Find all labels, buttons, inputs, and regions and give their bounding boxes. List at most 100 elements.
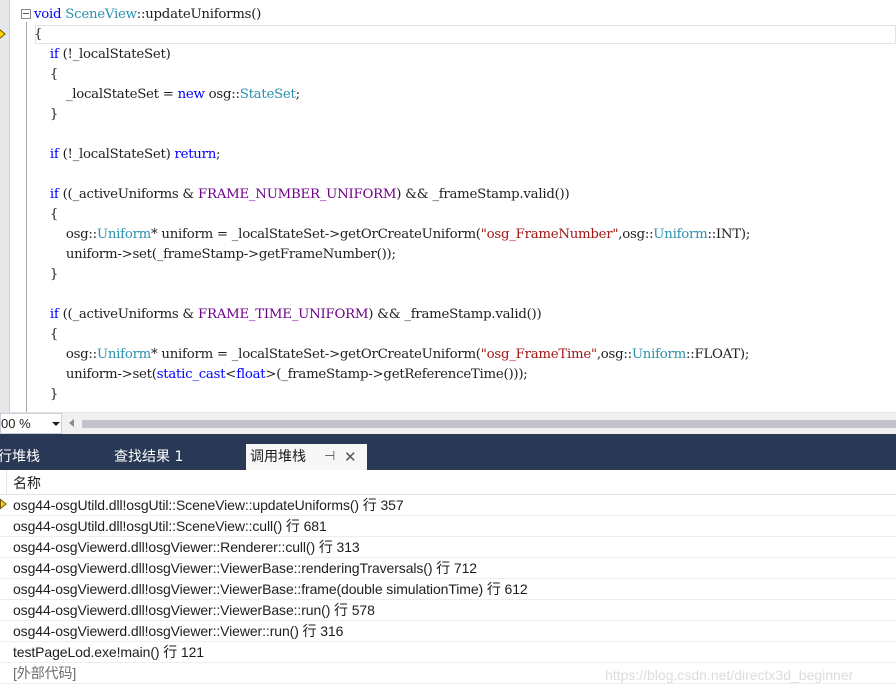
table-row[interactable]: osg44-osgUtild.dll!osgUtil::SceneView::u… bbox=[0, 495, 896, 516]
current-statement-arrow-icon bbox=[0, 29, 6, 39]
table-row[interactable]: osg44-osgViewerd.dll!osgViewer::Renderer… bbox=[0, 537, 896, 558]
collapse-outline-icon[interactable] bbox=[21, 9, 31, 19]
code-token: } bbox=[34, 267, 59, 282]
code-token: osg:: bbox=[34, 227, 97, 242]
frame-name: osg44-osgViewerd.dll!osgViewer::Renderer… bbox=[13, 539, 360, 555]
code-token: float bbox=[236, 367, 266, 382]
watermark: https://blog.csdn.net/directx3d_beginner bbox=[605, 667, 854, 683]
code-token: FRAME_NUMBER_UNIFORM bbox=[198, 187, 397, 202]
code-token: SceneView bbox=[65, 7, 137, 22]
code-line[interactable]: } bbox=[34, 105, 58, 125]
code-line[interactable]: { bbox=[34, 65, 58, 85]
frame-name: osg44-osgUtild.dll!osgUtil::SceneView::u… bbox=[13, 497, 404, 513]
code-token: { bbox=[34, 207, 59, 222]
code-line[interactable]: { bbox=[34, 325, 58, 345]
code-token: "osg_FrameNumber" bbox=[480, 227, 619, 242]
close-icon[interactable]: ✕ bbox=[344, 444, 357, 470]
code-token: uniform->set( bbox=[34, 367, 157, 382]
code-token: if bbox=[49, 147, 59, 162]
code-token: ; bbox=[295, 87, 300, 102]
code-token: (!_localStateSet) bbox=[58, 147, 175, 162]
code-line[interactable]: uniform->set(_frameStamp->getFrameNumber… bbox=[34, 245, 396, 265]
editor-status-strip: 00 % bbox=[0, 412, 896, 434]
code-line[interactable]: if (!_localStateSet) return; bbox=[34, 145, 221, 165]
zoom-dropdown[interactable]: 00 % bbox=[0, 413, 62, 434]
zoom-level: 00 % bbox=[1, 416, 31, 431]
indicator-margin[interactable] bbox=[0, 0, 9, 412]
code-token: * uniform = _localStateSet->getOrCreateU… bbox=[151, 227, 481, 242]
code-line[interactable]: { bbox=[34, 25, 42, 45]
code-token: ((_activeUniforms & bbox=[58, 187, 198, 202]
frame-name: testPageLod.exe!main() 行 121 bbox=[13, 644, 204, 660]
code-token: ) && _frameStamp.valid()) bbox=[396, 187, 570, 202]
frame-name-external: [外部代码] bbox=[13, 665, 77, 681]
tool-window-tab-strip: 行堆栈 查找结果 1 调用堆栈 ⊣ ✕ bbox=[0, 434, 896, 470]
code-token: _localStateSet = bbox=[34, 87, 178, 102]
code-token: osg:: bbox=[204, 87, 240, 102]
scroll-left-icon[interactable] bbox=[69, 419, 74, 427]
tab-find-results-label: 查找结果 1 bbox=[114, 449, 184, 465]
table-row[interactable]: osg44-osgViewerd.dll!osgViewer::Viewer::… bbox=[0, 621, 896, 642]
code-line[interactable]: uniform->set(static_cast<float>(_frameSt… bbox=[34, 365, 528, 385]
column-header-name[interactable]: 名称 bbox=[13, 473, 41, 493]
tab-call-stack-label: 调用堆栈 bbox=[250, 449, 306, 465]
code-line[interactable]: if ((_activeUniforms & FRAME_TIME_UNIFOR… bbox=[34, 305, 542, 325]
code-token: new bbox=[177, 87, 205, 102]
frame-name: osg44-osgViewerd.dll!osgViewer::Viewer::… bbox=[13, 623, 344, 639]
call-stack-window[interactable]: 名称 osg44-osgUtild.dll!osgUtil::SceneView… bbox=[0, 470, 896, 693]
chevron-down-icon[interactable] bbox=[52, 422, 60, 426]
table-row[interactable]: osg44-osgUtild.dll!osgUtil::SceneView::c… bbox=[0, 516, 896, 537]
code-line[interactable]: } bbox=[34, 385, 58, 405]
code-token: osg:: bbox=[34, 347, 97, 362]
code-token: ,osg:: bbox=[596, 347, 632, 362]
frame-name: osg44-osgViewerd.dll!osgViewer::ViewerBa… bbox=[13, 602, 375, 618]
margin-divider bbox=[9, 0, 10, 412]
code-token: ((_activeUniforms & bbox=[58, 307, 198, 322]
code-token: < bbox=[225, 367, 237, 382]
code-line[interactable]: _localStateSet = new osg::StateSet; bbox=[34, 85, 300, 105]
table-row[interactable]: osg44-osgViewerd.dll!osgViewer::ViewerBa… bbox=[0, 558, 896, 579]
tab-find-results[interactable]: 查找结果 1 bbox=[114, 444, 183, 470]
code-token: FRAME_TIME_UNIFORM bbox=[198, 307, 369, 322]
code-token: ::updateUniforms() bbox=[136, 7, 262, 22]
table-row[interactable]: osg44-osgViewerd.dll!osgViewer::ViewerBa… bbox=[0, 579, 896, 600]
code-line[interactable]: if ((_activeUniforms & FRAME_NUMBER_UNIF… bbox=[34, 185, 570, 205]
code-token: Uniform bbox=[631, 347, 687, 362]
code-token: * uniform = _localStateSet->getOrCreateU… bbox=[151, 347, 481, 362]
tab-call-stack[interactable]: 调用堆栈 ⊣ ✕ bbox=[246, 444, 367, 470]
code-token: Uniform bbox=[96, 347, 152, 362]
code-token: { bbox=[34, 27, 43, 42]
tab-autos[interactable]: 行堆栈 bbox=[0, 444, 40, 470]
code-token: if bbox=[49, 187, 59, 202]
code-token: Uniform bbox=[96, 227, 152, 242]
code-token: StateSet bbox=[239, 87, 296, 102]
code-editor[interactable]: void SceneView::updateUniforms(){ if (!_… bbox=[0, 0, 896, 412]
code-token: if bbox=[49, 307, 59, 322]
horizontal-scrollbar-thumb[interactable] bbox=[82, 420, 896, 428]
table-row[interactable]: testPageLod.exe!main() 行 121 bbox=[0, 642, 896, 663]
code-token: return bbox=[174, 147, 217, 162]
table-row[interactable]: osg44-osgViewerd.dll!osgViewer::ViewerBa… bbox=[0, 600, 896, 621]
frame-name: osg44-osgUtild.dll!osgUtil::SceneView::c… bbox=[13, 518, 327, 534]
code-line[interactable]: { bbox=[34, 205, 58, 225]
frame-name: osg44-osgViewerd.dll!osgViewer::ViewerBa… bbox=[13, 560, 477, 576]
code-line[interactable]: osg::Uniform* uniform = _localStateSet->… bbox=[34, 225, 751, 245]
code-token: Uniform bbox=[653, 227, 708, 242]
code-token: ) && _frameStamp.valid()) bbox=[368, 307, 542, 322]
code-line[interactable]: } bbox=[34, 265, 58, 285]
pin-icon[interactable]: ⊣ bbox=[324, 444, 335, 470]
code-token: if bbox=[49, 47, 59, 62]
code-line[interactable]: if (!_localStateSet) bbox=[34, 45, 171, 65]
code-line[interactable]: osg::Uniform* uniform = _localStateSet->… bbox=[34, 345, 750, 365]
code-line[interactable]: void SceneView::updateUniforms() bbox=[34, 5, 261, 25]
code-token: (!_localStateSet) bbox=[58, 47, 171, 62]
code-token: uniform->set(_frameStamp->getFrameNumber… bbox=[34, 247, 396, 262]
header-divider bbox=[6, 470, 7, 495]
code-token: static_cast bbox=[156, 367, 226, 382]
tab-autos-label: 行堆栈 bbox=[0, 449, 40, 465]
outline-bar bbox=[26, 22, 27, 412]
code-token: } bbox=[34, 387, 59, 402]
